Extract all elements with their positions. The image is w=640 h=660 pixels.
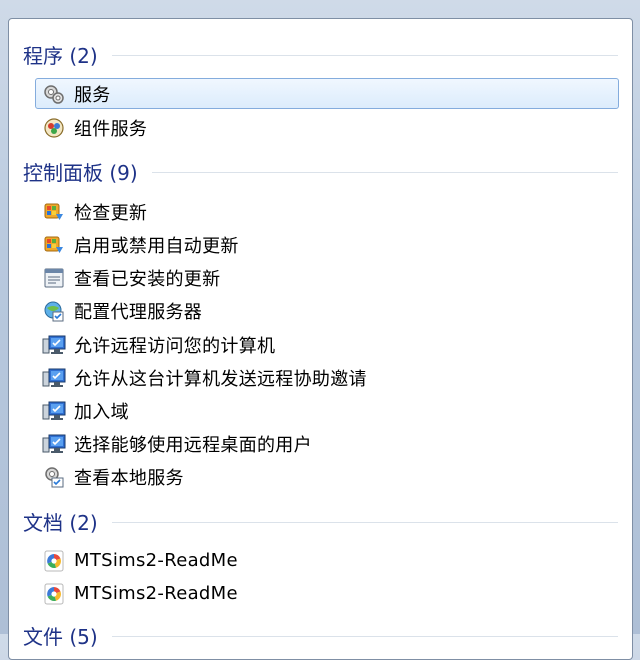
remote-computer-icon (42, 366, 66, 390)
result-item-document[interactable]: MTSims2-ReadMe (35, 578, 619, 609)
result-item-label: 配置代理服务器 (74, 301, 203, 323)
result-item-proxy[interactable]: 配置代理服务器 (35, 295, 619, 326)
result-item-remote-access[interactable]: 允许远程访问您的计算机 (35, 329, 619, 360)
result-item-component-services[interactable]: 组件服务 (35, 112, 619, 143)
section-header-files: 文件 (5) (23, 620, 618, 650)
section-title: 文件 (5) (23, 624, 98, 649)
section-header-programs: 程序 (2) (23, 39, 618, 69)
result-item-label: 组件服务 (74, 118, 148, 140)
result-item-label: 检查更新 (74, 202, 148, 224)
result-item-check-updates[interactable]: 检查更新 (35, 196, 619, 227)
section-title: 文档 (2) (23, 510, 98, 535)
result-item-label: 查看本地服务 (74, 467, 184, 489)
result-item-label: 启用或禁用自动更新 (74, 235, 239, 257)
section-title: 控制面板 (9) (23, 160, 138, 185)
section-divider (111, 55, 618, 56)
remote-computer-icon (42, 333, 66, 357)
section-divider (111, 522, 618, 523)
result-item-remote-desktop-users[interactable]: 选择能够使用远程桌面的用户 (35, 428, 619, 459)
result-item-label: 允许远程访问您的计算机 (74, 335, 276, 357)
section-divider (111, 636, 618, 637)
result-item-auto-update[interactable]: 启用或禁用自动更新 (35, 229, 619, 260)
services-gear-icon (42, 82, 66, 106)
document-app-icon (42, 582, 66, 606)
search-results-panel: 程序 (2) 服务 组件服务 控制面板 (9) 检查更新 启用或禁用自动更新 查… (8, 18, 633, 660)
installed-updates-icon (42, 266, 66, 290)
local-services-icon (42, 465, 66, 489)
result-item-services[interactable]: 服务 (35, 78, 619, 109)
section-divider (151, 172, 618, 173)
section-header-documents: 文档 (2) (23, 506, 618, 536)
section-title: 程序 (2) (23, 43, 98, 68)
section-header-control-panel: 控制面板 (9) (23, 156, 618, 186)
remote-computer-icon (42, 432, 66, 456)
document-app-icon (42, 549, 66, 573)
windows-update-icon (42, 233, 66, 257)
result-item-remote-assistance[interactable]: 允许从这台计算机发送远程协助邀请 (35, 362, 619, 393)
remote-computer-icon (42, 399, 66, 423)
result-item-label: 允许从这台计算机发送远程协助邀请 (74, 368, 367, 390)
result-item-label: MTSims2-ReadMe (74, 550, 238, 571)
result-item-label: 服务 (74, 84, 111, 106)
result-item-installed-updates[interactable]: 查看已安装的更新 (35, 262, 619, 293)
component-services-icon (42, 116, 66, 140)
result-item-join-domain[interactable]: 加入域 (35, 395, 619, 426)
internet-options-icon (42, 299, 66, 323)
result-item-label: 加入域 (74, 401, 129, 423)
result-item-label: 选择能够使用远程桌面的用户 (74, 434, 312, 456)
result-item-label: MTSims2-ReadMe (74, 583, 238, 604)
windows-update-icon (42, 200, 66, 224)
result-item-document[interactable]: MTSims2-ReadMe (35, 545, 619, 576)
result-item-local-services[interactable]: 查看本地服务 (35, 461, 619, 492)
result-item-label: 查看已安装的更新 (74, 268, 221, 290)
